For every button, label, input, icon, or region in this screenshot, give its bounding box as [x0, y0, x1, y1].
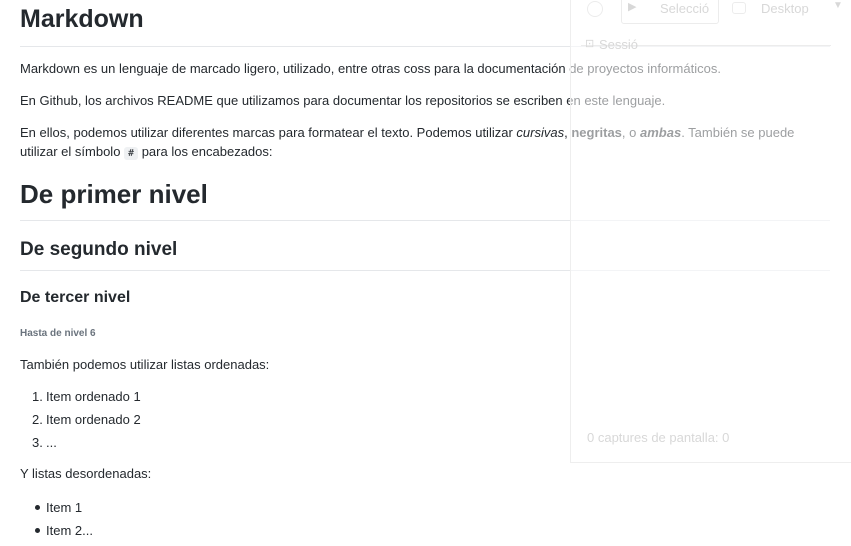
heading-level-3: De tercer nivel [20, 289, 131, 306]
captures-count: 0 captures de pantalla: 0 [587, 430, 730, 445]
session-icon: ⊡ [585, 38, 595, 50]
list-item: Item 1 [32, 496, 93, 519]
list-item: Item 2... [32, 519, 93, 542]
italic-text: cursivas [516, 125, 565, 140]
list-item: 1. Item ordenado 1 [32, 389, 141, 404]
heading-level-1: De primer nivel [20, 179, 208, 209]
selection-button[interactable]: ▶ Selecció [621, 0, 719, 24]
circle-icon [587, 1, 603, 17]
unordered-list: Item 1 Item 2... [32, 496, 93, 542]
list-item: 2. Item ordenado 2 [32, 412, 141, 427]
screenshot-tool-overlay: ▶ Selecció Desktop ▼ ⊡ Sessió 0 captures… [570, 0, 851, 463]
ordered-list: 1. Item ordenado 1 2. Item ordenado 2 3...… [32, 385, 141, 454]
inline-code: # [124, 147, 139, 160]
desktop-label[interactable]: Desktop [761, 1, 809, 16]
cursor-icon: ▶ [628, 1, 637, 13]
monitor-icon [732, 2, 746, 14]
heading-level-6: Hasta de nivel 6 [20, 328, 96, 339]
chevron-down-icon[interactable]: ▼ [833, 0, 843, 11]
bullet-icon [35, 528, 40, 533]
session-label: Sessió [599, 37, 639, 52]
page-title: Markdown [20, 5, 144, 33]
list-item: 3.... [32, 435, 57, 450]
bullet-icon [35, 505, 40, 510]
unordered-list-intro: Y listas desordenadas: [20, 466, 152, 481]
heading-level-2: De segundo nivel [20, 239, 178, 260]
